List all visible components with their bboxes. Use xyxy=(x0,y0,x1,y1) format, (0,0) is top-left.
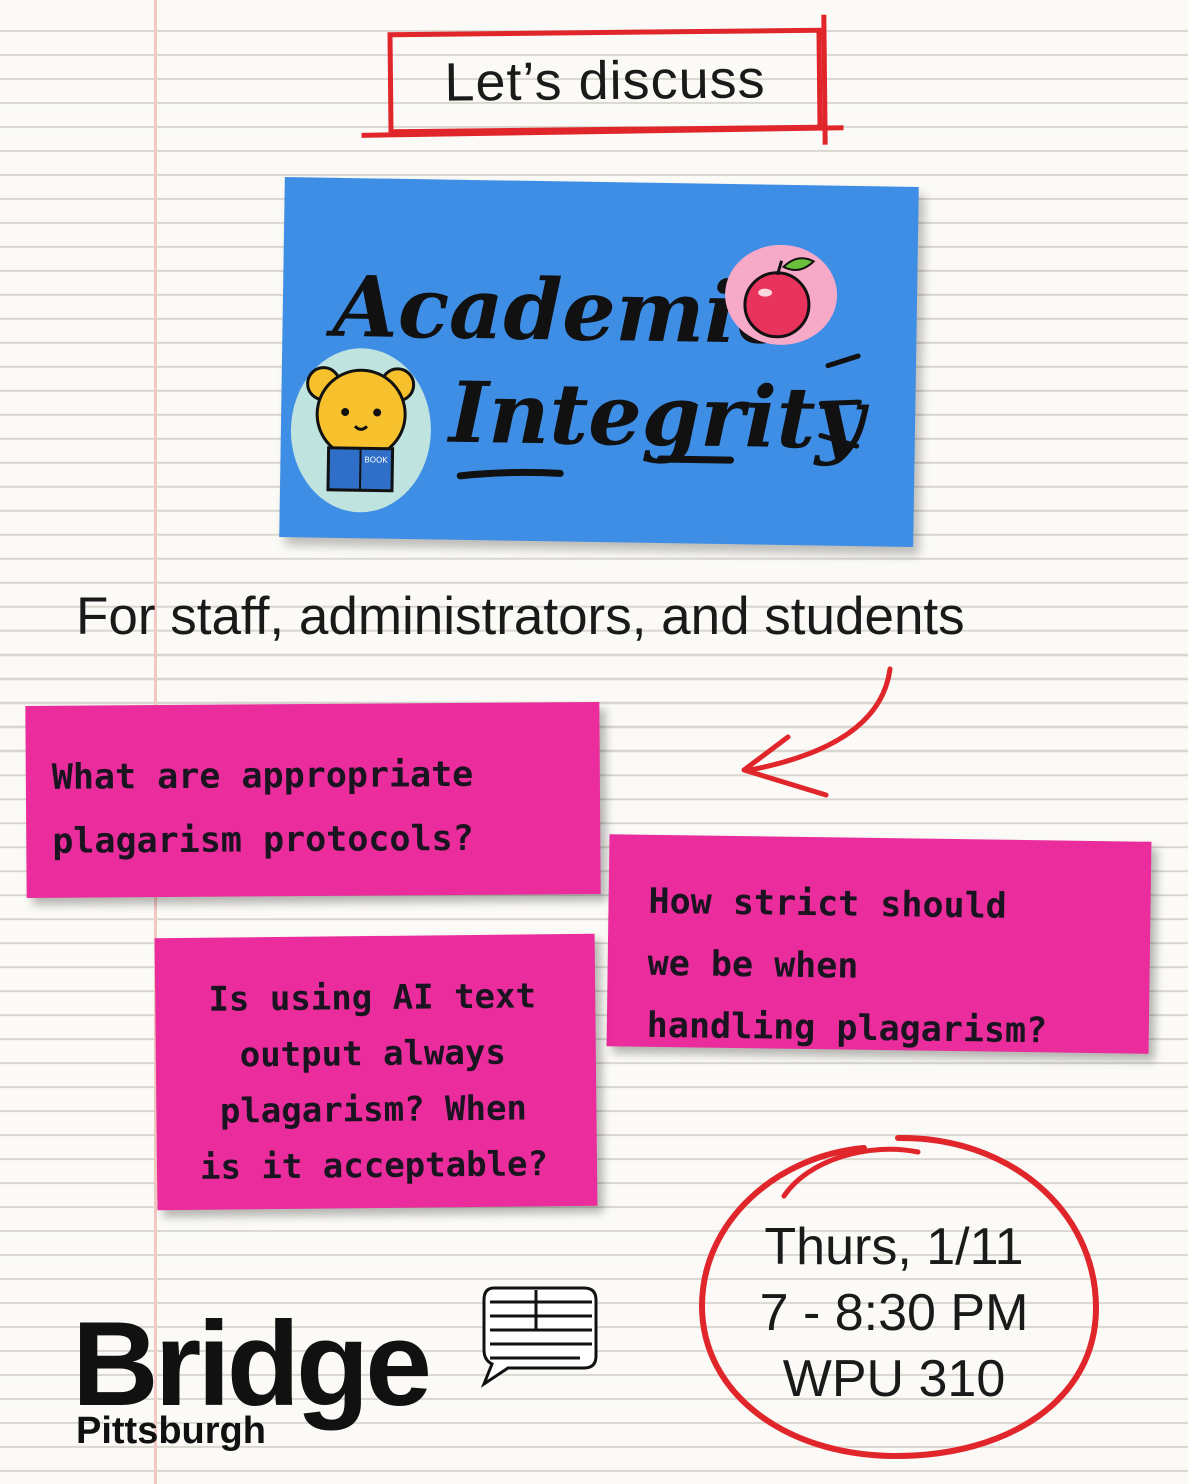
question-2-line-2: we be when xyxy=(647,943,859,987)
audience-line: For staff, administrators, and students xyxy=(76,587,965,646)
bear-reading-sticker-icon: BOOK xyxy=(290,348,431,513)
event-date: Thurs, 1/11 xyxy=(764,1218,1024,1276)
question-3-line-2: output always xyxy=(239,1032,507,1076)
brand-name: Bridge xyxy=(72,1297,432,1431)
title-artwork: Academic Integrity BOOK xyxy=(290,244,870,513)
event-details: Thurs, 1/11 7 - 8:30 PM WPU 310 xyxy=(710,1214,1078,1412)
question-note-2: How strict should we be when handling pl… xyxy=(606,834,1152,1054)
question-3-line-3: plagarism? When xyxy=(219,1088,528,1132)
question-3-line-1: Is using AI text xyxy=(208,976,537,1020)
arrow-icon xyxy=(741,666,893,798)
speech-bubble-icon xyxy=(480,1286,598,1388)
title-line-1: Academic xyxy=(325,257,788,363)
header-box: Let’s discuss xyxy=(387,27,823,135)
question-3-line-4: is it acceptable? xyxy=(199,1144,549,1188)
question-note-3: Is using AI text output always plagarism… xyxy=(154,933,598,1211)
question-2-line-1: How strict should xyxy=(648,881,1008,927)
question-note-1: What are appropriate plagarism protocols… xyxy=(25,701,601,899)
event-time: 7 - 8:30 PM xyxy=(759,1284,1029,1342)
question-1-line-2: plagarism protocols? xyxy=(52,818,474,862)
question-1-line-1: What are appropriate xyxy=(51,754,474,798)
brand-city: Pittsburgh xyxy=(76,1410,266,1452)
header-label: Let’s discuss xyxy=(444,49,766,113)
title-line-2: Integrity xyxy=(446,363,870,469)
book-label: BOOK xyxy=(364,455,388,464)
question-2-line-3: handling plagarism? xyxy=(646,1005,1048,1052)
title-sticky-note: Academic Integrity BOOK xyxy=(279,177,919,547)
event-location: WPU 310 xyxy=(782,1350,1006,1408)
